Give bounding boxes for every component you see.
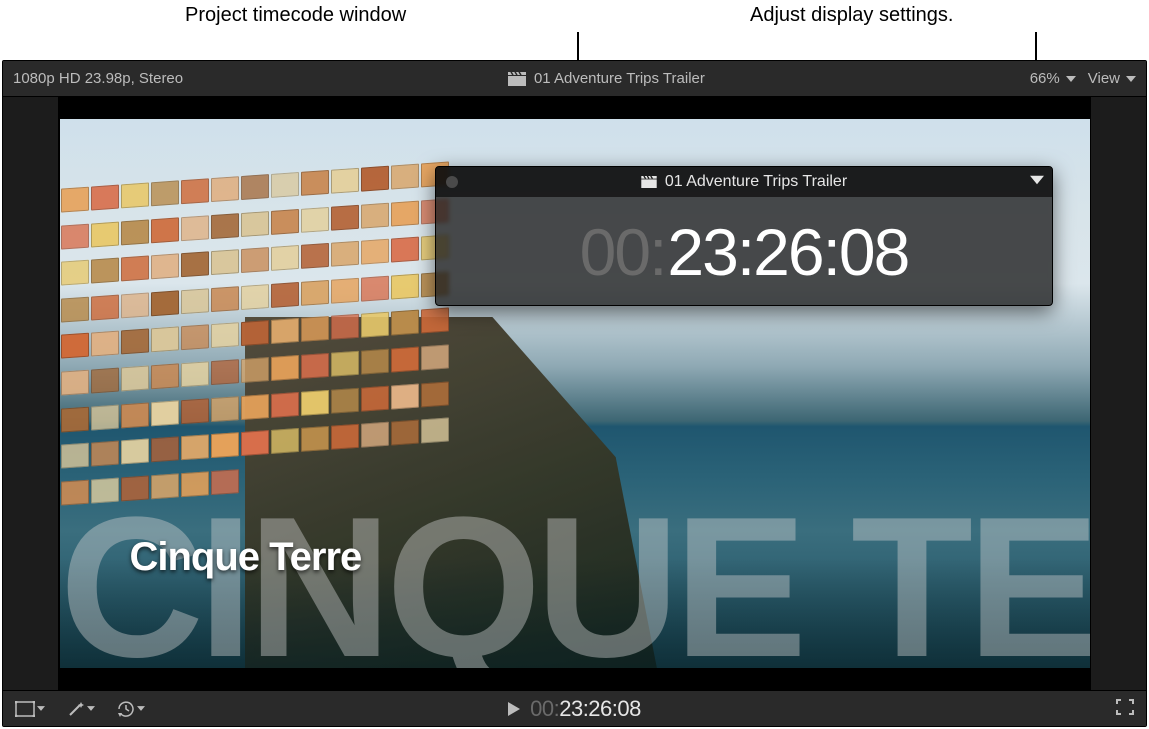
- display-settings-button[interactable]: [1030, 173, 1044, 187]
- zoom-menu[interactable]: 66%: [1030, 70, 1076, 87]
- zoom-value: 66%: [1030, 70, 1060, 87]
- enhance-menu[interactable]: [67, 700, 95, 718]
- callout-left-label: Project timecode window: [185, 4, 406, 27]
- video-frame-houses: [60, 160, 451, 517]
- format-display: 1080p HD 23.98p, Stereo: [13, 70, 183, 87]
- app-window: 1080p HD 23.98p, Stereo 01 Adventure Tri…: [2, 60, 1147, 727]
- callout-area: Project timecode window Adjust display s…: [0, 0, 1149, 60]
- timecode-value-small: 23:26:08: [559, 696, 641, 721]
- timecode-display[interactable]: 00: 23:26:08: [436, 197, 1052, 306]
- view-label: View: [1088, 70, 1120, 87]
- timecode-window-header[interactable]: 01 Adventure Trips Trailer: [436, 167, 1052, 197]
- timecode-field[interactable]: 00:23:26:08: [530, 696, 641, 722]
- timecode-window[interactable]: 01 Adventure Trips Trailer 00: 23:26:08: [435, 166, 1053, 306]
- clapperboard-icon: [641, 176, 657, 188]
- clapperboard-icon: [508, 72, 526, 86]
- project-title: 01 Adventure Trips Trailer: [534, 70, 705, 87]
- letterbox: [1091, 97, 1146, 690]
- video-subtitle: Cinque Terre: [130, 535, 362, 580]
- timecode-value: 23:26:08: [667, 214, 908, 290]
- viewer-bottombar: 00:23:26:08: [3, 690, 1146, 726]
- transform-menu[interactable]: [15, 701, 45, 717]
- view-menu[interactable]: View: [1088, 70, 1136, 87]
- timecode-prefix-small: 00:: [530, 696, 559, 721]
- chevron-down-icon: [1126, 76, 1136, 82]
- viewer-toolbar: 1080p HD 23.98p, Stereo 01 Adventure Tri…: [3, 61, 1146, 97]
- timecode-prefix: 00:: [580, 214, 666, 290]
- chevron-down-icon: [1066, 76, 1076, 82]
- retime-menu[interactable]: [117, 700, 145, 718]
- timecode-window-title: 01 Adventure Trips Trailer: [665, 173, 847, 191]
- play-icon[interactable]: [508, 702, 520, 716]
- letterbox: [3, 97, 58, 690]
- fullscreen-button[interactable]: [1116, 699, 1134, 715]
- callout-right-label: Adjust display settings.: [750, 4, 953, 27]
